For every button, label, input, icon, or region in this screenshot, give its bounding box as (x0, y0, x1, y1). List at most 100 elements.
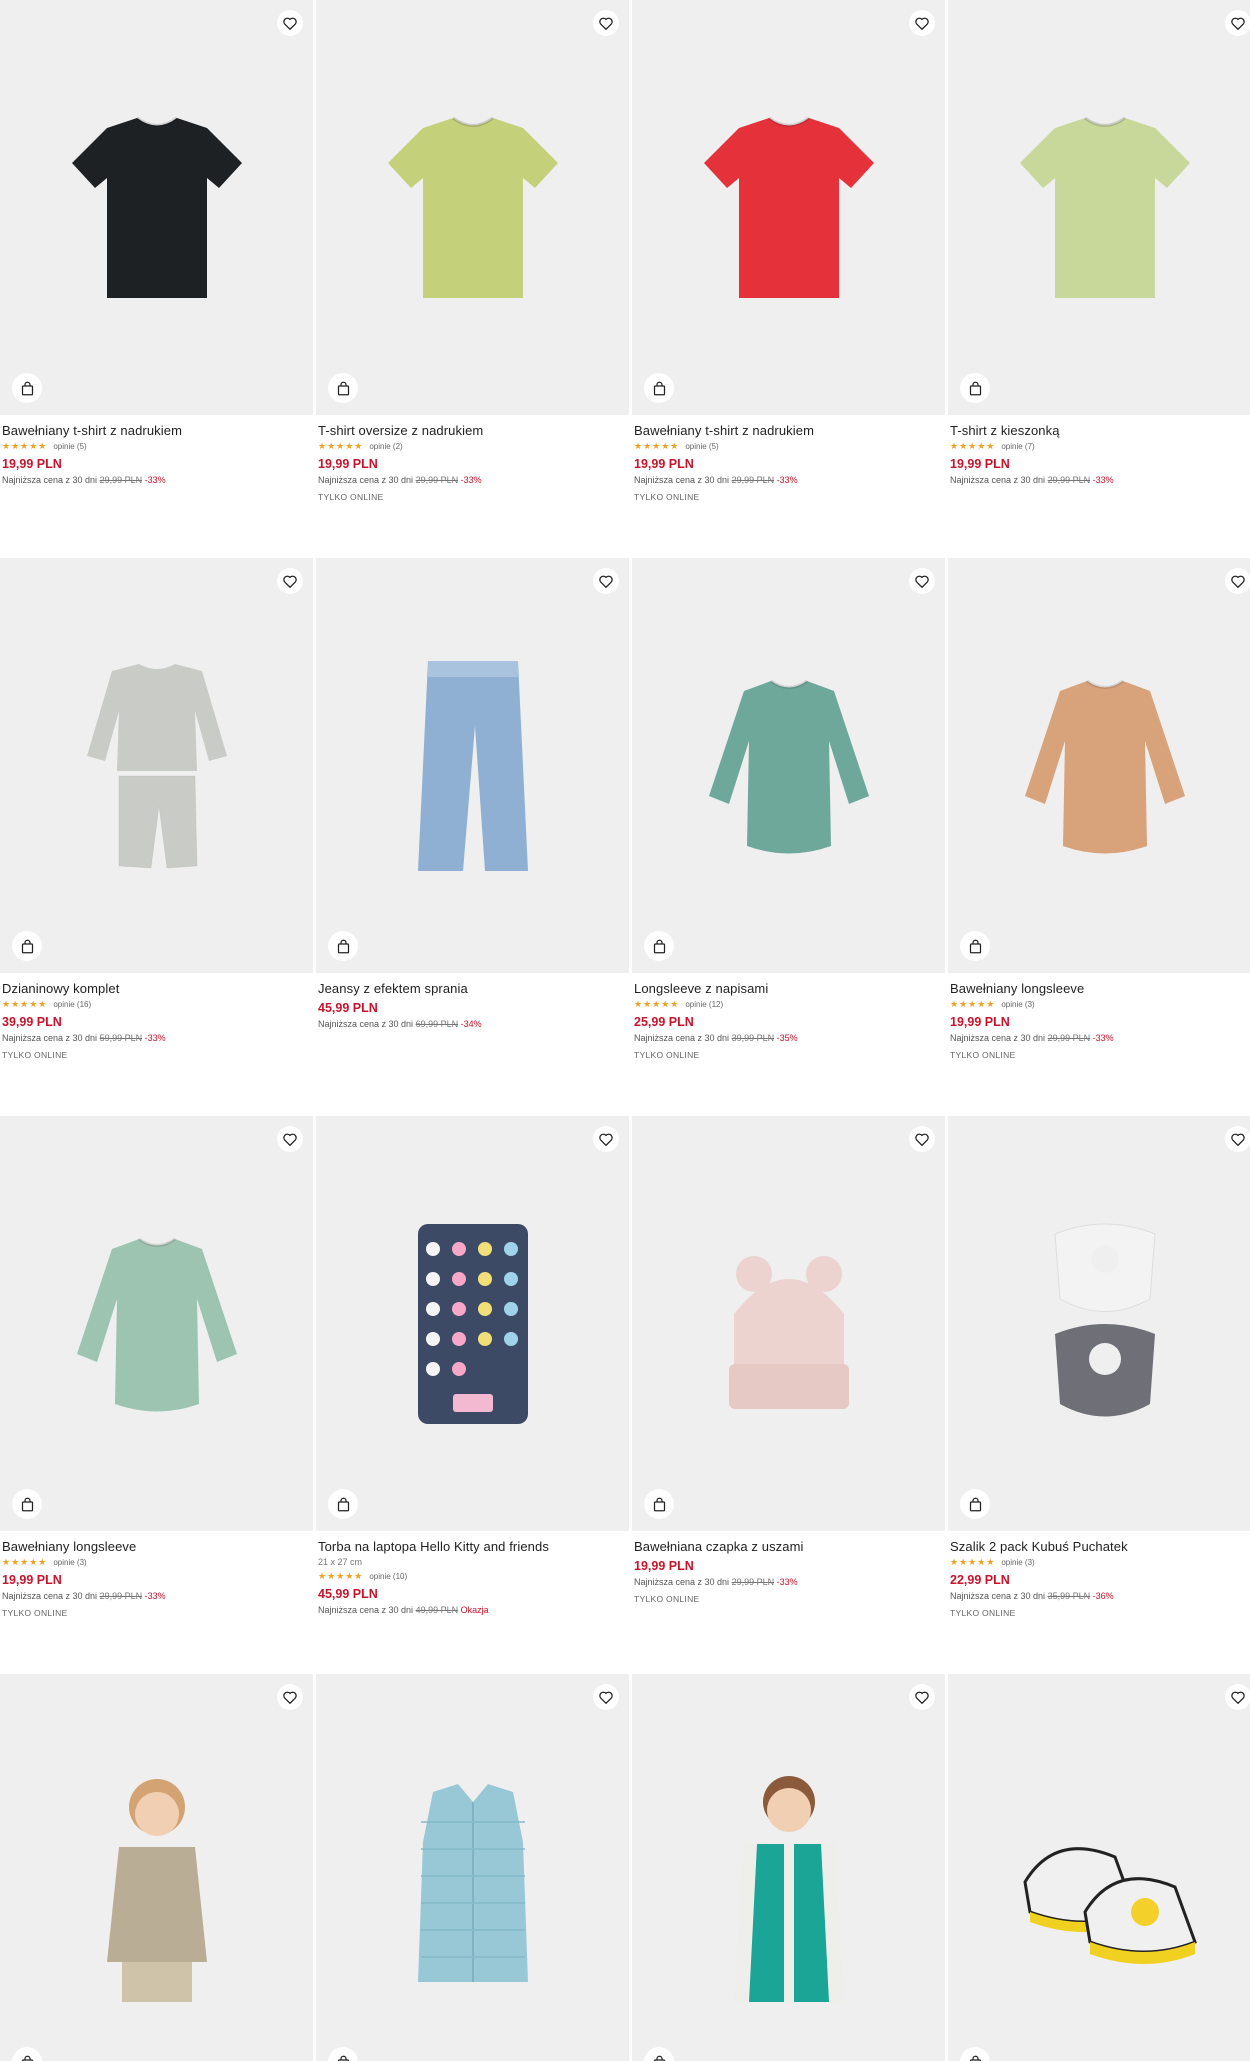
shopping-bag-icon[interactable] (12, 1489, 42, 1519)
product-rating: ★★★★★ opinie (10) (318, 1569, 627, 1583)
product-info: Szalik 2 pack Kubuś Puchatek ★★★★★ opinie … (948, 1531, 1250, 1620)
product-card[interactable]: Longsleeve z napisami ★★★★★ opinie (12) 25,… (632, 558, 945, 1062)
shopping-bag-icon[interactable] (644, 1489, 674, 1519)
product-name[interactable]: Bawełniany longsleeve (2, 1539, 311, 1555)
product-card[interactable] (316, 1674, 629, 2061)
shopping-bag-icon[interactable] (960, 1489, 990, 1519)
shopping-bag-icon[interactable] (644, 373, 674, 403)
product-image[interactable] (0, 0, 313, 415)
product-card[interactable]: Bawełniany t-shirt z nadrukiem ★★★★★ opini… (0, 0, 313, 487)
product-image[interactable] (632, 1674, 945, 2061)
product-card[interactable] (0, 1674, 313, 2061)
product-name[interactable]: Bawełniany t-shirt z nadrukiem (2, 423, 311, 439)
product-price: 19,99 PLN (2, 457, 62, 471)
product-name[interactable]: Bawełniany longsleeve (950, 981, 1250, 997)
product-name[interactable]: Torba na laptopa Hello Kitty and friends (318, 1539, 627, 1555)
review-count[interactable]: opinie (3) (1001, 1000, 1034, 1009)
shopping-bag-icon[interactable] (328, 931, 358, 961)
heart-icon[interactable] (909, 1684, 935, 1710)
shopping-bag-icon[interactable] (644, 2047, 674, 2061)
product-illustration (728, 1255, 849, 1409)
heart-icon[interactable] (909, 10, 935, 36)
heart-icon[interactable] (277, 10, 303, 36)
heart-icon[interactable] (1225, 568, 1250, 594)
product-name[interactable]: T-shirt oversize z nadrukiem (318, 423, 627, 439)
old-price: 29,99 PLN (731, 475, 775, 485)
old-price: 29,99 PLN (415, 475, 459, 485)
heart-icon[interactable] (593, 568, 619, 594)
product-rating: ★★★★★ opinie (12) (634, 997, 943, 1011)
product-image[interactable] (948, 0, 1250, 415)
review-count[interactable]: opinie (5) (685, 442, 718, 451)
product-image[interactable] (0, 1116, 313, 1531)
product-card[interactable]: Bawełniany longsleeve ★★★★★ opinie (3) 19,9… (948, 558, 1250, 1062)
product-card[interactable] (632, 1674, 945, 2061)
review-count[interactable]: opinie (3) (53, 1558, 86, 1567)
shopping-bag-icon[interactable] (328, 1489, 358, 1519)
heart-icon[interactable] (1225, 1126, 1250, 1152)
shopping-bag-icon[interactable] (12, 931, 42, 961)
shopping-bag-icon[interactable] (12, 2047, 42, 2061)
review-count[interactable]: opinie (5) (53, 442, 86, 451)
product-name[interactable]: Bawełniany t-shirt z nadrukiem (634, 423, 943, 439)
product-image[interactable] (0, 558, 313, 973)
product-name[interactable]: Jeansy z efektem sprania (318, 981, 627, 997)
shopping-bag-icon[interactable] (328, 2047, 358, 2061)
product-image[interactable] (316, 1116, 629, 1531)
product-name[interactable]: Bawełniana czapka z uszami (634, 1539, 943, 1555)
heart-icon[interactable] (277, 1126, 303, 1152)
review-count[interactable]: opinie (12) (685, 1000, 723, 1009)
shopping-bag-icon[interactable] (12, 373, 42, 403)
discount-badge: -33% (1092, 1033, 1114, 1043)
shopping-bag-icon[interactable] (960, 373, 990, 403)
product-info: Bawełniana czapka z uszami 19,99 PLN Najni… (632, 1531, 945, 1606)
lowest-price-info: Najniższa cena z 30 dni 35,99 PLN -36% (950, 1589, 1250, 1603)
product-card[interactable]: Torba na laptopa Hello Kitty and friends… (316, 1116, 629, 1617)
product-name[interactable]: Dzianinowy komplet (2, 981, 311, 997)
discount-badge: -33% (144, 1591, 166, 1601)
product-image[interactable] (948, 1116, 1250, 1531)
product-price: 22,99 PLN (950, 1573, 1010, 1587)
shopping-bag-icon[interactable] (960, 2047, 990, 2061)
product-image[interactable] (316, 1674, 629, 2061)
product-card[interactable] (948, 1674, 1250, 2061)
product-card[interactable]: Bawełniany t-shirt z nadrukiem ★★★★★ opini… (632, 0, 945, 504)
heart-icon[interactable] (593, 1684, 619, 1710)
product-card[interactable]: Dzianinowy komplet ★★★★★ opinie (16) 39,99 … (0, 558, 313, 1062)
shopping-bag-icon[interactable] (328, 373, 358, 403)
product-card[interactable]: T-shirt z kieszonką ★★★★★ opinie (7) 19,99 … (948, 0, 1250, 487)
discount-badge: -35% (776, 1033, 798, 1043)
review-count[interactable]: opinie (16) (53, 1000, 91, 1009)
product-info: T-shirt oversize z nadrukiem ★★★★★ opinie … (316, 415, 629, 504)
review-count[interactable]: opinie (7) (1001, 442, 1034, 451)
product-image[interactable] (0, 1674, 313, 2061)
heart-icon[interactable] (1225, 10, 1250, 36)
product-name[interactable]: Longsleeve z napisami (634, 981, 943, 997)
product-image[interactable] (948, 1674, 1250, 2061)
heart-icon[interactable] (1225, 1684, 1250, 1710)
heart-icon[interactable] (277, 568, 303, 594)
product-image[interactable] (948, 558, 1250, 973)
product-image[interactable] (632, 558, 945, 973)
product-card[interactable]: T-shirt oversize z nadrukiem ★★★★★ opinie … (316, 0, 629, 504)
product-image[interactable] (632, 1116, 945, 1531)
product-card[interactable]: Bawełniany longsleeve ★★★★★ opinie (3) 19,9… (0, 1116, 313, 1620)
product-card[interactable]: Jeansy z efektem sprania 45,99 PLN Najniżs… (316, 558, 629, 1031)
review-count[interactable]: opinie (2) (369, 442, 402, 451)
shopping-bag-icon[interactable] (644, 931, 674, 961)
shopping-bag-icon[interactable] (960, 931, 990, 961)
product-name[interactable]: Szalik 2 pack Kubuś Puchatek (950, 1539, 1250, 1555)
product-image[interactable] (316, 0, 629, 415)
product-card[interactable]: Bawełniana czapka z uszami 19,99 PLN Najni… (632, 1116, 945, 1606)
product-image[interactable] (632, 0, 945, 415)
product-image[interactable] (316, 558, 629, 973)
product-name[interactable]: T-shirt z kieszonką (950, 423, 1250, 439)
product-card[interactable]: Szalik 2 pack Kubuś Puchatek ★★★★★ opinie … (948, 1116, 1250, 1620)
review-count[interactable]: opinie (3) (1001, 1558, 1034, 1567)
heart-icon[interactable] (909, 1126, 935, 1152)
heart-icon[interactable] (277, 1684, 303, 1710)
heart-icon[interactable] (593, 10, 619, 36)
heart-icon[interactable] (909, 568, 935, 594)
heart-icon[interactable] (593, 1126, 619, 1152)
review-count[interactable]: opinie (10) (369, 1572, 407, 1581)
